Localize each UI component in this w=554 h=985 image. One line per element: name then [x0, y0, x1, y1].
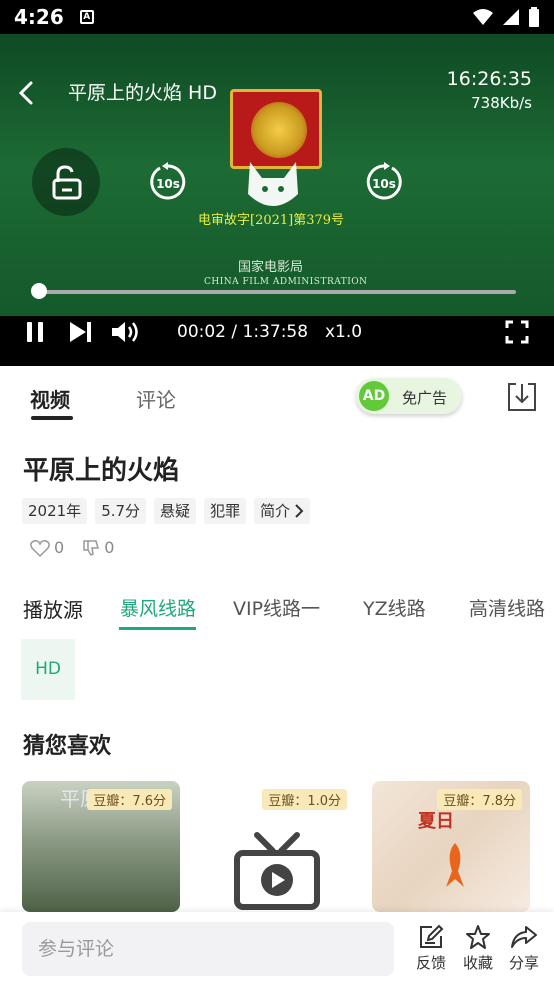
ad-badge: AD [359, 381, 389, 411]
cat-watermark-icon [248, 162, 298, 206]
intro-label: 简介 [260, 502, 291, 520]
ad-free-button[interactable]: AD 免广告 [356, 378, 462, 414]
source-underline [119, 627, 196, 630]
rewind-label: 10s [156, 177, 180, 191]
fullscreen-icon[interactable] [505, 320, 529, 344]
bottom-bar: 参与评论 反馈 收藏 分享 [0, 912, 554, 985]
battery-icon [529, 7, 539, 27]
back-icon[interactable] [14, 80, 40, 106]
share-button[interactable]: 分享 [504, 924, 544, 973]
film-admin-cn: 国家电影局 [238, 260, 304, 275]
douban-score: 豆瓣：1.0分 [262, 789, 347, 810]
ad-free-label: 免广告 [402, 389, 448, 407]
recommend-card[interactable]: 夏日 豆瓣：7.8分 [372, 781, 530, 912]
status-bar: 4:26 A [0, 0, 554, 34]
player-clock: 16:26:35 [446, 68, 532, 90]
like-icon[interactable] [30, 539, 50, 557]
share-label: 分享 [508, 954, 539, 972]
cell-signal-icon [503, 9, 519, 25]
forward-10s-icon[interactable]: 10s [364, 162, 404, 202]
movie-title: 平原上的火焰 [23, 456, 180, 486]
edit-icon [420, 924, 444, 948]
video-player[interactable]: 平原上的火焰 HD 16:26:35 738Kb/s 电审故字[2021]第37… [0, 34, 554, 366]
tab-underline [31, 416, 73, 420]
wifi-icon [473, 9, 493, 25]
tag-year: 2021年 [22, 498, 88, 524]
favorite-button[interactable]: 收藏 [458, 924, 498, 973]
pause-icon[interactable] [24, 318, 48, 346]
playback-time: 00:02 / 1:37:58 [177, 322, 309, 342]
seek-bar[interactable] [38, 290, 516, 294]
notification-icon: A [79, 10, 94, 24]
next-episode-icon[interactable] [68, 318, 94, 346]
tag-genre: 悬疑 [154, 498, 197, 524]
reactions: 0 0 [30, 538, 114, 557]
source-item[interactable]: YZ线路 [363, 594, 426, 621]
douban-score: 豆瓣：7.8分 [437, 789, 522, 810]
status-icons [472, 7, 540, 27]
favorite-label: 收藏 [462, 954, 493, 972]
feedback-label: 反馈 [415, 954, 446, 972]
feedback-button[interactable]: 反馈 [411, 924, 451, 973]
star-icon [466, 925, 490, 949]
source-item[interactable]: 高清线路 [469, 594, 545, 621]
movie-tags: 2021年 5.7分 悬疑 犯罪 简介 [22, 498, 311, 524]
tv-placeholder-icon [234, 832, 320, 910]
rewind-10s-icon[interactable]: 10s [148, 162, 188, 202]
douban-score: 豆瓣：7.6分 [87, 789, 172, 810]
share-icon [511, 926, 537, 948]
intro-button[interactable]: 简介 [254, 498, 311, 524]
status-time: 4:26 [14, 5, 64, 29]
source-item[interactable]: 暴风线路 [120, 594, 196, 621]
network-speed: 738Kb/s [471, 94, 532, 112]
play-sources: 播放源 暴风线路 VIP线路一 YZ线路 高清线路 [0, 590, 554, 632]
tag-score: 5.7分 [95, 498, 147, 524]
tab-video[interactable]: 视频 [30, 384, 70, 413]
sources-label: 播放源 [23, 598, 83, 622]
dislike-icon[interactable] [82, 539, 100, 557]
recommend-card[interactable]: 豆瓣：1.0分 [197, 781, 355, 912]
comment-input[interactable]: 参与评论 [22, 922, 394, 976]
dislike-count: 0 [104, 538, 115, 557]
unlock-icon [52, 165, 82, 200]
volume-icon[interactable] [110, 318, 142, 346]
tag-genre: 犯罪 [204, 498, 247, 524]
film-admin-en: CHINA FILM ADMINISTRATION [204, 277, 368, 287]
forward-label: 10s [372, 177, 396, 191]
license-text: 电审故字[2021]第379号 [198, 213, 345, 228]
playback-rate[interactable]: x1.0 [325, 322, 362, 342]
poster-text: 夏日 [418, 811, 454, 832]
koi-fish-icon [446, 843, 464, 887]
recommend-card[interactable]: 平原上 豆瓣：7.6分 [22, 781, 180, 912]
chevron-right-icon [295, 504, 304, 518]
source-item[interactable]: VIP线路一 [233, 594, 320, 621]
seek-thumb[interactable] [31, 283, 47, 299]
download-icon[interactable] [505, 380, 539, 414]
tab-comment[interactable]: 评论 [136, 384, 176, 413]
episode-button[interactable]: HD [21, 639, 75, 700]
recommend-title: 猜您喜欢 [23, 734, 112, 759]
lock-button[interactable] [32, 148, 100, 216]
detail-tabs: 视频 评论 AD 免广告 [0, 366, 554, 430]
like-count: 0 [54, 538, 65, 557]
video-title: 平原上的火焰 HD [68, 82, 217, 104]
